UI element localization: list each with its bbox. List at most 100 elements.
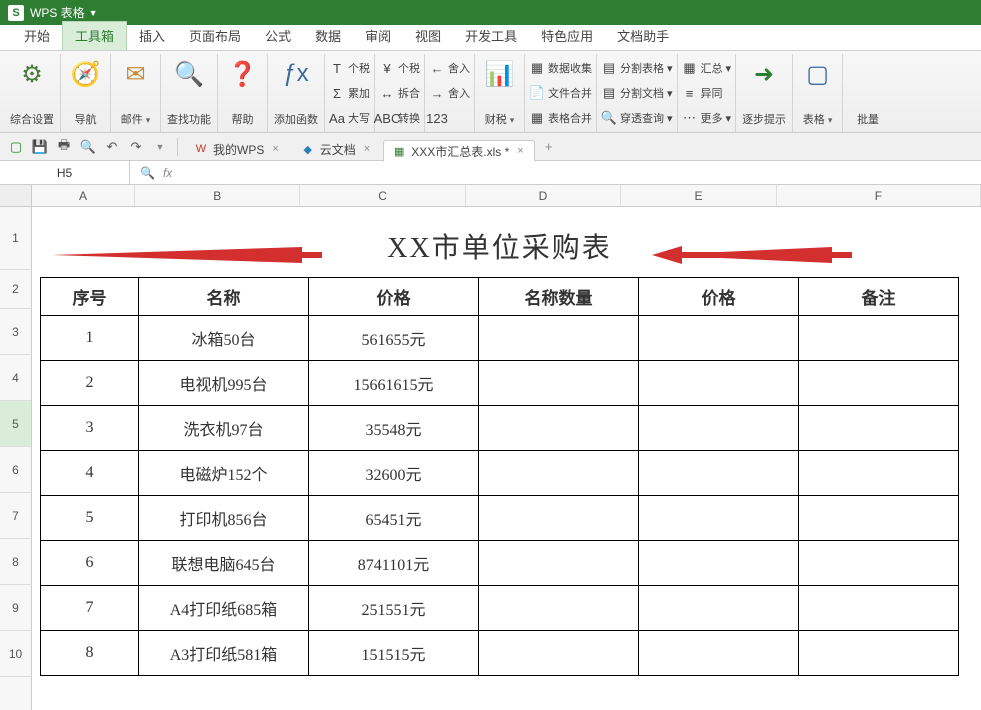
table-cell[interactable] bbox=[479, 630, 639, 675]
menu-tab-10[interactable]: 文档助手 bbox=[605, 22, 681, 50]
close-tab-icon[interactable]: × bbox=[517, 145, 523, 157]
menu-tab-6[interactable]: 审阅 bbox=[353, 22, 403, 50]
table-cell[interactable] bbox=[799, 405, 959, 450]
ribbon-item[interactable]: ↔拆合 bbox=[379, 81, 420, 105]
table-cell[interactable] bbox=[479, 315, 639, 360]
table-cell[interactable] bbox=[799, 630, 959, 675]
grid-body[interactable]: XX市单位采购表序号名称价格名称数量价格备注1冰箱50台561655元2电视机9… bbox=[32, 215, 981, 676]
ribbon-button-综合设置[interactable]: ⚙综合设置 bbox=[4, 54, 61, 132]
row-header-3[interactable]: 3 bbox=[0, 309, 31, 355]
table-cell[interactable]: A4打印纸685箱 bbox=[139, 585, 309, 630]
new-tab-icon[interactable]: + bbox=[539, 137, 559, 157]
ribbon-button-添加函数[interactable]: ƒx添加函数 bbox=[268, 54, 325, 132]
row-header-7[interactable]: 7 bbox=[0, 493, 31, 539]
menu-tab-1[interactable]: 工具箱 bbox=[62, 21, 127, 50]
table-header-cell[interactable]: 名称 bbox=[139, 277, 309, 315]
doc-tab-1[interactable]: ◆云文档× bbox=[292, 138, 381, 160]
table-cell[interactable] bbox=[799, 540, 959, 585]
table-cell[interactable]: A3打印纸581箱 bbox=[139, 630, 309, 675]
table-cell[interactable]: 打印机856台 bbox=[139, 495, 309, 540]
ribbon-button-批量[interactable]: 批量 bbox=[843, 54, 893, 132]
ribbon-item[interactable]: ▤分割表格▾ bbox=[601, 56, 673, 80]
ribbon-item[interactable]: →舍入 bbox=[429, 81, 470, 105]
ribbon-item[interactable]: 123 bbox=[429, 106, 470, 130]
ribbon-item[interactable]: ABC转换 bbox=[379, 106, 420, 130]
print-preview-icon[interactable]: 🔍 bbox=[78, 137, 98, 157]
row-header-6[interactable]: 6 bbox=[0, 447, 31, 493]
col-header-F[interactable]: F bbox=[777, 185, 981, 206]
ribbon-item[interactable]: ▦汇总▾ bbox=[682, 56, 732, 80]
ribbon-item[interactable]: T个税 bbox=[329, 56, 370, 80]
row-header-2[interactable]: 2 bbox=[0, 270, 31, 309]
table-cell[interactable]: 洗衣机97台 bbox=[139, 405, 309, 450]
table-cell[interactable] bbox=[639, 405, 799, 450]
fx-label[interactable]: fx bbox=[163, 166, 172, 180]
ribbon-button-逐步提示[interactable]: ➜逐步提示 bbox=[736, 54, 793, 132]
ribbon-item[interactable]: 📄文件合并 bbox=[529, 81, 592, 105]
table-cell[interactable]: 4 bbox=[41, 450, 139, 495]
table-cell[interactable]: 561655元 bbox=[309, 315, 479, 360]
ribbon-item[interactable]: ←舍入 bbox=[429, 56, 470, 80]
row-header-5[interactable]: 5 bbox=[0, 401, 31, 447]
table-cell[interactable]: 电磁炉152个 bbox=[139, 450, 309, 495]
undo-icon[interactable]: ↶ bbox=[102, 137, 122, 157]
table-cell[interactable]: 冰箱50台 bbox=[139, 315, 309, 360]
table-header-cell[interactable]: 价格 bbox=[309, 277, 479, 315]
col-header-C[interactable]: C bbox=[300, 185, 465, 206]
new-doc-icon[interactable]: ▢ bbox=[6, 137, 26, 157]
ribbon-button-表格[interactable]: ▢表格 ▾ bbox=[793, 54, 843, 132]
table-header-cell[interactable]: 名称数量 bbox=[479, 277, 639, 315]
table-cell[interactable] bbox=[799, 495, 959, 540]
table-cell[interactable]: 35548元 bbox=[309, 405, 479, 450]
ribbon-item[interactable]: ≡异同 bbox=[682, 81, 732, 105]
table-cell[interactable] bbox=[639, 540, 799, 585]
menu-tab-2[interactable]: 插入 bbox=[127, 22, 177, 50]
table-cell[interactable] bbox=[799, 315, 959, 360]
table-cell[interactable]: 32600元 bbox=[309, 450, 479, 495]
table-cell[interactable] bbox=[639, 630, 799, 675]
fx-search-icon[interactable]: 🔍 bbox=[140, 166, 155, 180]
table-cell[interactable] bbox=[639, 315, 799, 360]
table-cell[interactable]: 8 bbox=[41, 630, 139, 675]
ribbon-button-帮助[interactable]: ❓帮助 bbox=[218, 54, 268, 132]
close-tab-icon[interactable]: × bbox=[272, 143, 278, 155]
ribbon-item[interactable]: ▦表格合并 bbox=[529, 106, 592, 130]
qat-dropdown-icon[interactable]: ▼ bbox=[150, 137, 170, 157]
table-cell[interactable] bbox=[799, 585, 959, 630]
ribbon-item[interactable]: 🔍穿透查询▾ bbox=[601, 106, 673, 130]
table-cell[interactable]: 联想电脑645台 bbox=[139, 540, 309, 585]
table-cell[interactable] bbox=[799, 450, 959, 495]
table-cell[interactable] bbox=[479, 405, 639, 450]
ribbon-button-邮件[interactable]: ✉邮件 ▾ bbox=[111, 54, 161, 132]
table-cell[interactable]: 电视机995台 bbox=[139, 360, 309, 405]
table-cell[interactable]: 5 bbox=[41, 495, 139, 540]
table-cell[interactable] bbox=[479, 495, 639, 540]
ribbon-item[interactable]: ▤分割文档▾ bbox=[601, 81, 673, 105]
ribbon-button-财税[interactable]: 📊财税 ▾ bbox=[475, 54, 525, 132]
col-header-B[interactable]: B bbox=[135, 185, 300, 206]
table-cell[interactable] bbox=[479, 450, 639, 495]
col-header-A[interactable]: A bbox=[32, 185, 135, 206]
menu-tab-8[interactable]: 开发工具 bbox=[453, 22, 529, 50]
table-header-cell[interactable]: 备注 bbox=[799, 277, 959, 315]
table-cell[interactable]: 3 bbox=[41, 405, 139, 450]
table-header-cell[interactable]: 序号 bbox=[41, 277, 139, 315]
row-header-1[interactable]: 1 bbox=[0, 207, 31, 270]
table-cell[interactable]: 2 bbox=[41, 360, 139, 405]
table-cell[interactable]: 65451元 bbox=[309, 495, 479, 540]
row-header-4[interactable]: 4 bbox=[0, 355, 31, 401]
redo-icon[interactable]: ↷ bbox=[126, 137, 146, 157]
ribbon-item[interactable]: ¥个税 bbox=[379, 56, 420, 80]
menu-tab-0[interactable]: 开始 bbox=[12, 22, 62, 50]
col-header-E[interactable]: E bbox=[621, 185, 777, 206]
table-cell[interactable]: 6 bbox=[41, 540, 139, 585]
app-menu-dropdown-icon[interactable]: ▼ bbox=[89, 8, 98, 18]
ribbon-item[interactable]: ⋯更多▾ bbox=[682, 106, 732, 130]
print-icon[interactable]: 🖶 bbox=[54, 137, 74, 157]
menu-tab-4[interactable]: 公式 bbox=[253, 22, 303, 50]
menu-tab-7[interactable]: 视图 bbox=[403, 22, 453, 50]
menu-tab-3[interactable]: 页面布局 bbox=[177, 22, 253, 50]
table-cell[interactable] bbox=[639, 450, 799, 495]
table-cell[interactable]: 8741101元 bbox=[309, 540, 479, 585]
row-header-10[interactable]: 10 bbox=[0, 631, 31, 677]
